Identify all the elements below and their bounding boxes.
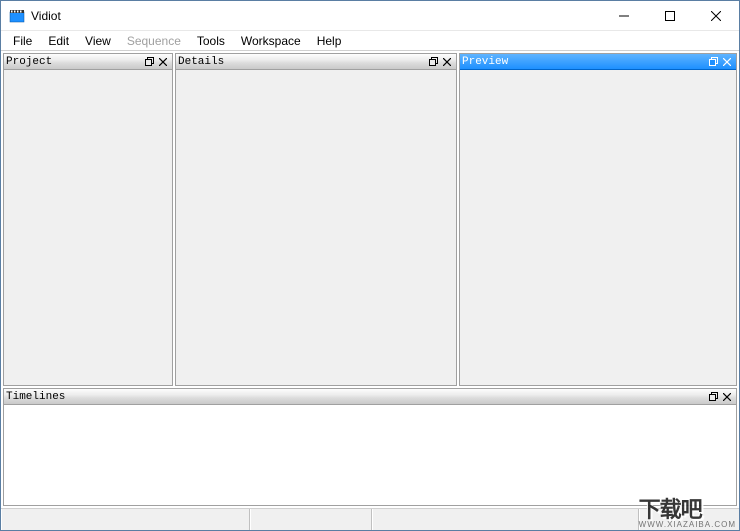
project-panel-title: Project	[6, 56, 142, 68]
restore-icon[interactable]	[142, 55, 156, 69]
titlebar: Vidiot	[1, 1, 739, 31]
menu-file[interactable]: File	[5, 32, 40, 50]
preview-panel-header[interactable]: Preview	[460, 54, 736, 70]
restore-icon[interactable]	[706, 390, 720, 404]
close-icon[interactable]	[156, 55, 170, 69]
status-cell-3	[372, 509, 639, 530]
timelines-panel-body[interactable]	[4, 405, 736, 505]
details-panel-body[interactable]	[176, 70, 456, 385]
timelines-panel-title: Timelines	[6, 391, 706, 403]
window-title: Vidiot	[31, 9, 61, 23]
menubar: File Edit View Sequence Tools Workspace …	[1, 31, 739, 51]
menu-workspace[interactable]: Workspace	[233, 32, 309, 50]
details-panel-header[interactable]: Details	[176, 54, 456, 70]
statusbar	[1, 508, 739, 530]
project-panel-body[interactable]	[4, 70, 172, 385]
menu-sequence: Sequence	[119, 32, 189, 50]
status-cell-2	[250, 509, 372, 530]
app-window: Vidiot File Edit View Sequence Tools Wor…	[0, 0, 740, 531]
preview-panel-title: Preview	[462, 56, 706, 68]
menu-view[interactable]: View	[77, 32, 119, 50]
preview-panel-body[interactable]	[460, 70, 736, 385]
workspace: Project Details	[1, 51, 739, 508]
menu-tools[interactable]: Tools	[189, 32, 233, 50]
status-cell-4	[639, 509, 739, 530]
minimize-button[interactable]	[601, 1, 647, 31]
project-panel-header[interactable]: Project	[4, 54, 172, 70]
status-cell-1	[1, 509, 250, 530]
menu-edit[interactable]: Edit	[40, 32, 77, 50]
restore-icon[interactable]	[426, 55, 440, 69]
details-panel: Details	[175, 53, 457, 386]
restore-icon[interactable]	[706, 55, 720, 69]
close-icon[interactable]	[720, 55, 734, 69]
app-icon	[9, 8, 25, 24]
details-panel-title: Details	[178, 56, 426, 68]
close-icon[interactable]	[440, 55, 454, 69]
close-icon[interactable]	[720, 390, 734, 404]
timelines-panel-header[interactable]: Timelines	[4, 389, 736, 405]
maximize-button[interactable]	[647, 1, 693, 31]
timelines-panel: Timelines	[3, 388, 737, 506]
project-panel: Project	[3, 53, 173, 386]
close-button[interactable]	[693, 1, 739, 31]
preview-panel: Preview	[459, 53, 737, 386]
menu-help[interactable]: Help	[309, 32, 350, 50]
